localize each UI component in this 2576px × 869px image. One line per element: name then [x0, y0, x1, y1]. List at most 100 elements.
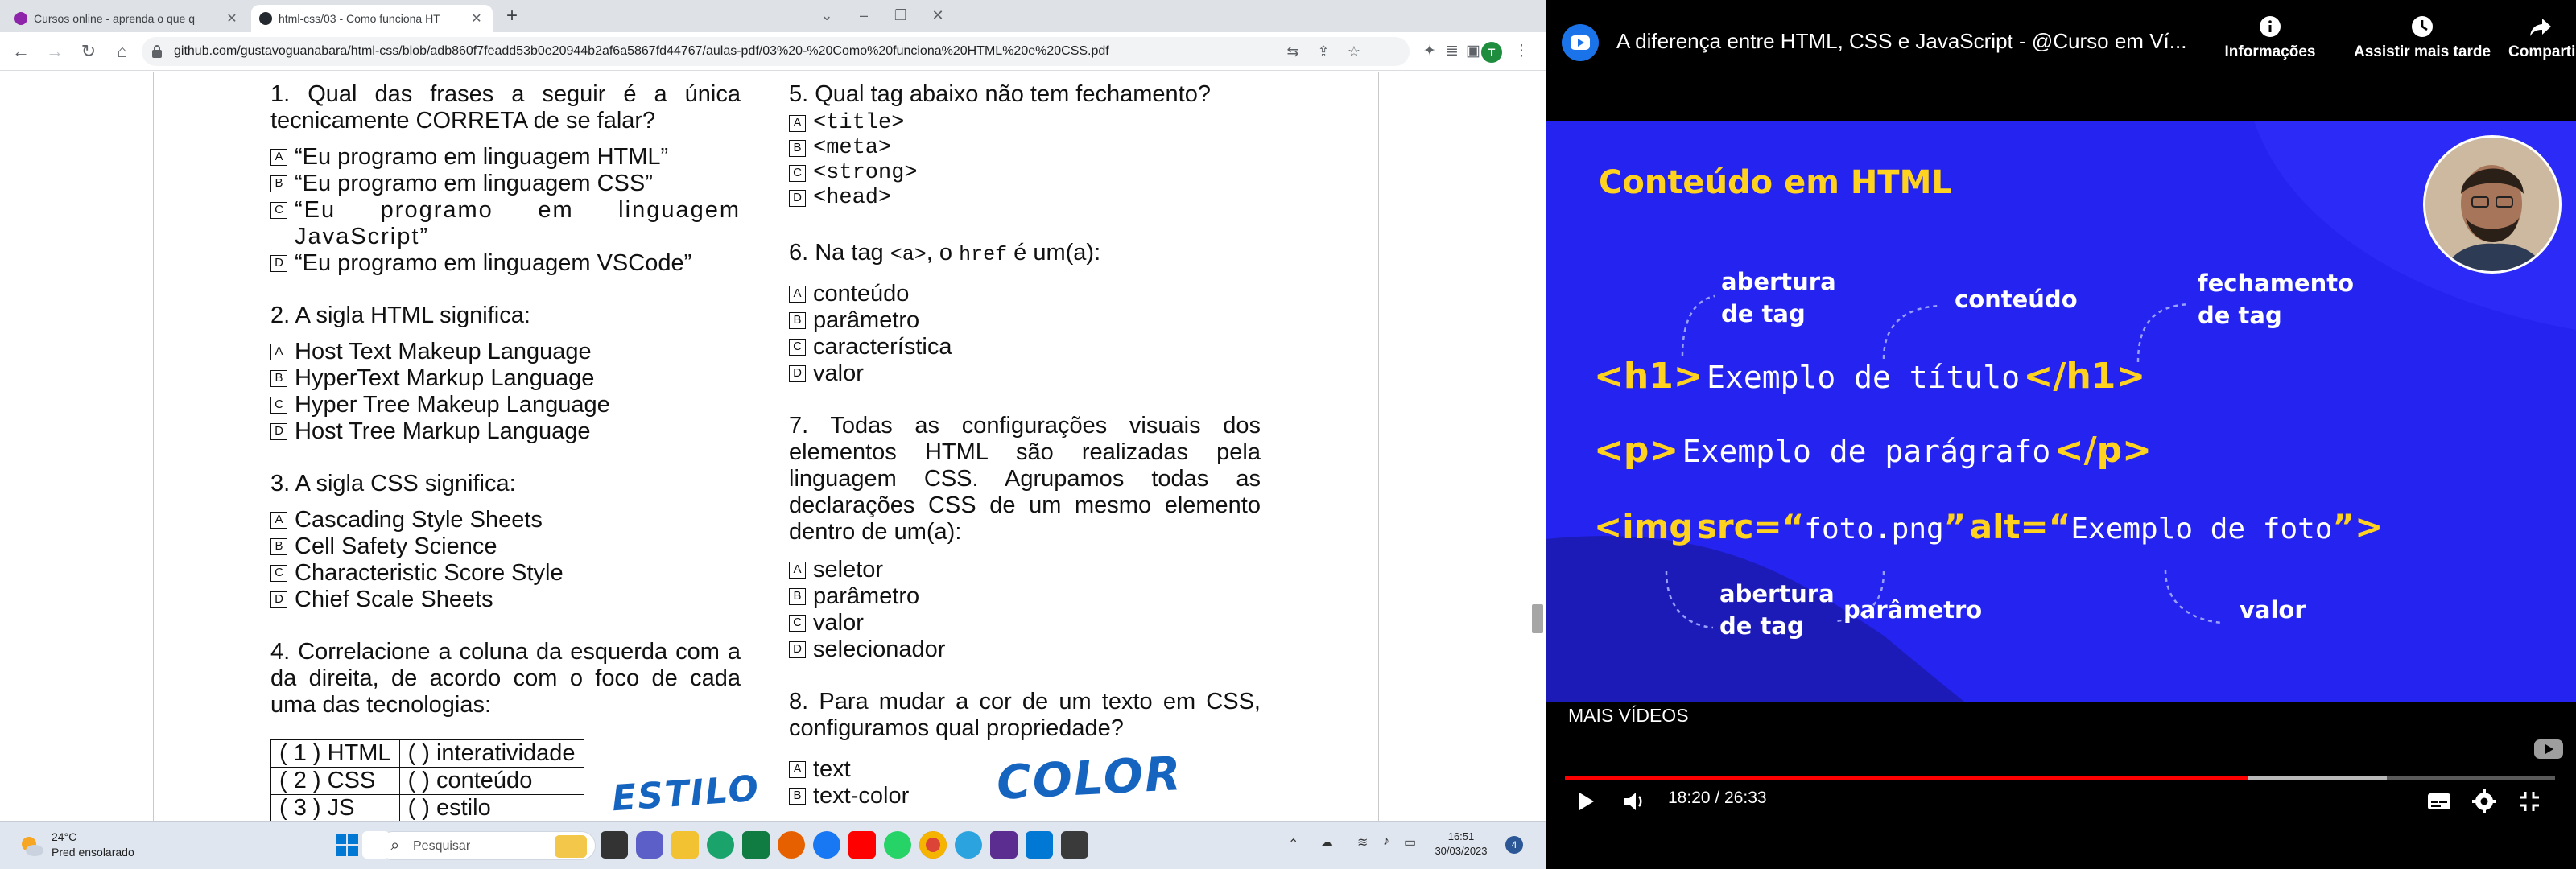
facebook-icon[interactable]: [813, 831, 840, 859]
mute-button[interactable]: [1620, 787, 1649, 816]
option-letter-box: D: [270, 423, 287, 440]
tab-html-css[interactable]: html-css/03 - Como funciona HT ✕: [251, 5, 493, 32]
tab-search-chevron-icon[interactable]: ⌄: [808, 2, 845, 29]
browser-menu-icon[interactable]: ⋮: [1510, 40, 1533, 63]
wifi-icon[interactable]: ≋: [1357, 834, 1368, 850]
chrome-icon[interactable]: [919, 831, 947, 859]
settings-button[interactable]: [2470, 787, 2499, 816]
exit-fullscreen-button[interactable]: [2515, 787, 2544, 816]
option-letter-box: D: [789, 641, 806, 658]
video-frame[interactable]: Conteúdo em HTML abertura de tag conteúd…: [1546, 121, 2576, 702]
whatsapp-icon[interactable]: [884, 831, 911, 859]
lock-icon[interactable]: [151, 44, 163, 59]
option-letter-box: C: [789, 339, 806, 356]
watch-later-button[interactable]: Assistir mais tarde: [2338, 14, 2507, 61]
pdf-scrollbar-thumb[interactable]: [1532, 604, 1543, 633]
q6-option-c: Ccaracterística: [789, 334, 1261, 360]
q5-option-c: C <strong>: [789, 161, 1261, 186]
weather-widget[interactable]: 24°C Pred ensolarado: [16, 828, 145, 863]
file-explorer-icon[interactable]: [671, 831, 699, 859]
youtube-player: A diferença entre HTML, CSS e JavaScript…: [1546, 0, 2576, 869]
sublime-icon[interactable]: [1061, 831, 1088, 859]
minimize-button[interactable]: –: [845, 2, 882, 29]
url-text[interactable]: github.com/gustavoguanabara/html-css/blo…: [174, 37, 1253, 66]
tab-favicon-icon: [14, 12, 27, 25]
subtitles-button[interactable]: [2425, 787, 2454, 816]
start-button[interactable]: [333, 831, 361, 859]
option-letter-box: B: [789, 312, 806, 329]
player-top-bar: A diferença entre HTML, CSS e JavaScript…: [1546, 0, 2576, 121]
question-7: 7. Todas as configurações visuais dos el…: [789, 413, 1261, 545]
subtitles-icon: [2428, 793, 2450, 809]
translate-icon[interactable]: ⇆: [1283, 42, 1302, 61]
back-button[interactable]: ←: [8, 39, 34, 64]
play-logo-icon: [1571, 35, 1590, 50]
annotation-value: valor: [2240, 596, 2306, 624]
close-tab-icon[interactable]: ✕: [469, 10, 485, 27]
share-button[interactable]: Compartilhar: [2508, 14, 2576, 61]
question-6: 6. Na tag <a>, o href é um(a):: [789, 240, 1261, 268]
q6-text-post: é um(a):: [1007, 240, 1101, 266]
onedrive-icon[interactable]: ☁: [1320, 834, 1333, 850]
option-letter-box: A: [789, 562, 806, 579]
telegram-icon[interactable]: [955, 831, 982, 859]
pdf-column-1: 1. Qual das frases a seguir é a única te…: [270, 81, 741, 821]
firefox-icon[interactable]: [778, 831, 805, 859]
share-icon[interactable]: ⇪: [1314, 42, 1333, 61]
option-letter-box: A: [270, 149, 287, 166]
home-button[interactable]: ⌂: [109, 39, 135, 64]
window-close-button[interactable]: ✕: [919, 2, 956, 29]
channel-logo[interactable]: [1562, 24, 1599, 61]
bookmark-star-icon[interactable]: ☆: [1344, 42, 1364, 61]
option-text: <title>: [813, 111, 905, 135]
github-icon: [259, 12, 272, 25]
task-view-icon[interactable]: [601, 831, 628, 859]
notification-badge[interactable]: 4: [1505, 836, 1523, 854]
reading-list-icon[interactable]: ≣: [1441, 40, 1463, 63]
video-title[interactable]: A diferença entre HTML, CSS e JavaScript…: [1616, 29, 2186, 54]
address-bar[interactable]: github.com/gustavoguanabara/html-css/blo…: [142, 37, 1410, 66]
annotation-parameter: parâmetro: [1843, 596, 1983, 624]
app-icon[interactable]: [990, 831, 1018, 859]
q7-option-b: Bparâmetro: [789, 583, 1261, 610]
youtube-logo-icon[interactable]: [2533, 737, 2565, 761]
option-text: selecionador: [813, 636, 946, 662]
battery-icon[interactable]: ▭: [1404, 834, 1416, 850]
extensions-icon[interactable]: ✦: [1418, 40, 1441, 63]
restore-button[interactable]: ❐: [882, 2, 919, 29]
new-tab-button[interactable]: +: [499, 5, 525, 27]
volume-icon[interactable]: ♪: [1383, 834, 1389, 849]
slide-line-p: <p> Exemplo de parágrafo </p>: [1594, 430, 2152, 471]
sun-cloud-icon: [22, 837, 43, 856]
edge-icon[interactable]: [707, 831, 734, 859]
option-letter-box: B: [270, 370, 287, 387]
question-5: 5. Qual tag abaixo não tem fechamento?: [789, 81, 1211, 107]
taskbar-clock[interactable]: 16:51 30/03/2023: [1425, 830, 1497, 859]
profile-avatar[interactable]: T: [1481, 42, 1502, 63]
q6-option-d: Dvalor: [789, 360, 1261, 387]
presenter-image: [2425, 138, 2559, 271]
reload-button[interactable]: ↻: [76, 39, 101, 64]
page-edge-left: [153, 72, 154, 821]
option-letter-box: C: [789, 615, 806, 632]
progress-bar[interactable]: [1565, 776, 2555, 780]
taskbar-search[interactable]: ⌕ Pesquisar: [378, 831, 596, 860]
tab-cursos-online[interactable]: Cursos online - aprenda o que q ✕: [6, 5, 248, 32]
vscode-icon[interactable]: [1026, 831, 1053, 859]
app-icon[interactable]: [742, 831, 770, 859]
option-letter-box: D: [789, 365, 806, 382]
option-text: conteúdo: [813, 281, 910, 307]
youtube-icon[interactable]: [848, 831, 876, 859]
option-letter-box: A: [789, 286, 806, 303]
option-letter-box: C: [270, 565, 287, 582]
option-letter-box: D: [789, 190, 806, 207]
more-videos-label[interactable]: MAIS VÍDEOS: [1568, 705, 1689, 727]
forward-button[interactable]: →: [42, 39, 68, 64]
close-tab-icon[interactable]: ✕: [224, 10, 240, 27]
play-button[interactable]: [1571, 787, 1600, 816]
info-button[interactable]: Informações: [2206, 14, 2334, 61]
tray-chevron-icon[interactable]: ⌃: [1288, 836, 1298, 852]
option-letter-box: A: [270, 512, 287, 529]
pdf-viewer: 1. Qual das frases a seguir é a única te…: [0, 72, 1546, 821]
chat-icon[interactable]: [636, 831, 663, 859]
